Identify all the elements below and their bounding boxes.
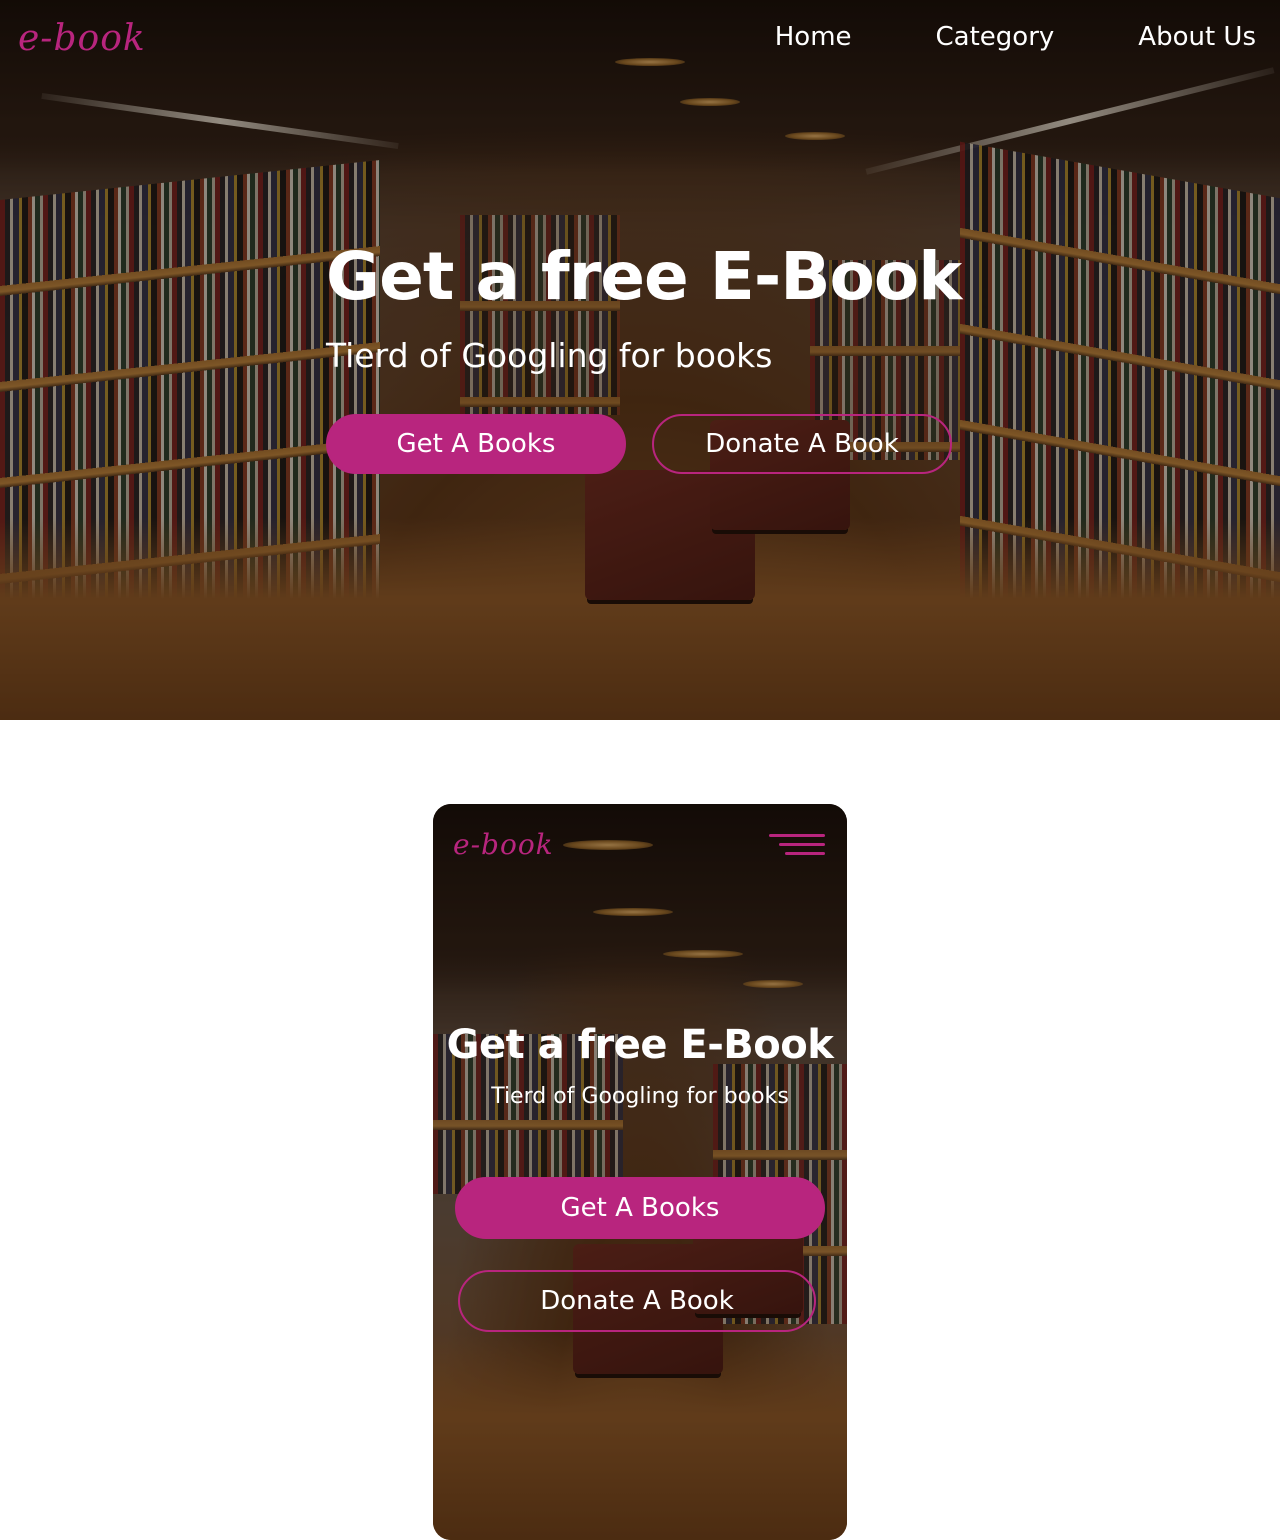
nav-item-about-us[interactable]: About Us <box>1138 22 1256 52</box>
nav-item-home[interactable]: Home <box>775 22 852 52</box>
donate-book-button-mobile[interactable]: Donate A Book <box>458 1270 816 1332</box>
donate-book-button[interactable]: Donate A Book <box>652 414 952 474</box>
main-nav: Home Category About Us <box>775 22 1256 52</box>
hamburger-menu-icon[interactable] <box>769 834 825 856</box>
hero-content: Get a free E-Book Tierd of Googling for … <box>326 232 966 474</box>
desktop-hero-section: e-book Home Category About Us Get a free… <box>0 0 1280 720</box>
get-books-button[interactable]: Get A Books <box>326 414 626 474</box>
hero-subtitle: Tierd of Googling for books <box>326 336 773 375</box>
hero-title-mobile: Get a free E-Book <box>446 1022 834 1068</box>
mobile-preview-frame: e-book Get a free E-Book Tierd of Googli… <box>433 804 847 1540</box>
nav-item-category[interactable]: Category <box>936 22 1055 52</box>
hero-buttons: Get A Books Donate A Book <box>326 414 966 474</box>
hero-subtitle-mobile: Tierd of Googling for books <box>491 1084 789 1109</box>
get-books-button-mobile[interactable]: Get A Books <box>455 1177 825 1239</box>
brand-logo-mobile[interactable]: e-book <box>453 828 554 861</box>
hero-title: Get a free E-Book <box>326 238 962 315</box>
brand-logo[interactable]: e-book <box>18 18 146 59</box>
